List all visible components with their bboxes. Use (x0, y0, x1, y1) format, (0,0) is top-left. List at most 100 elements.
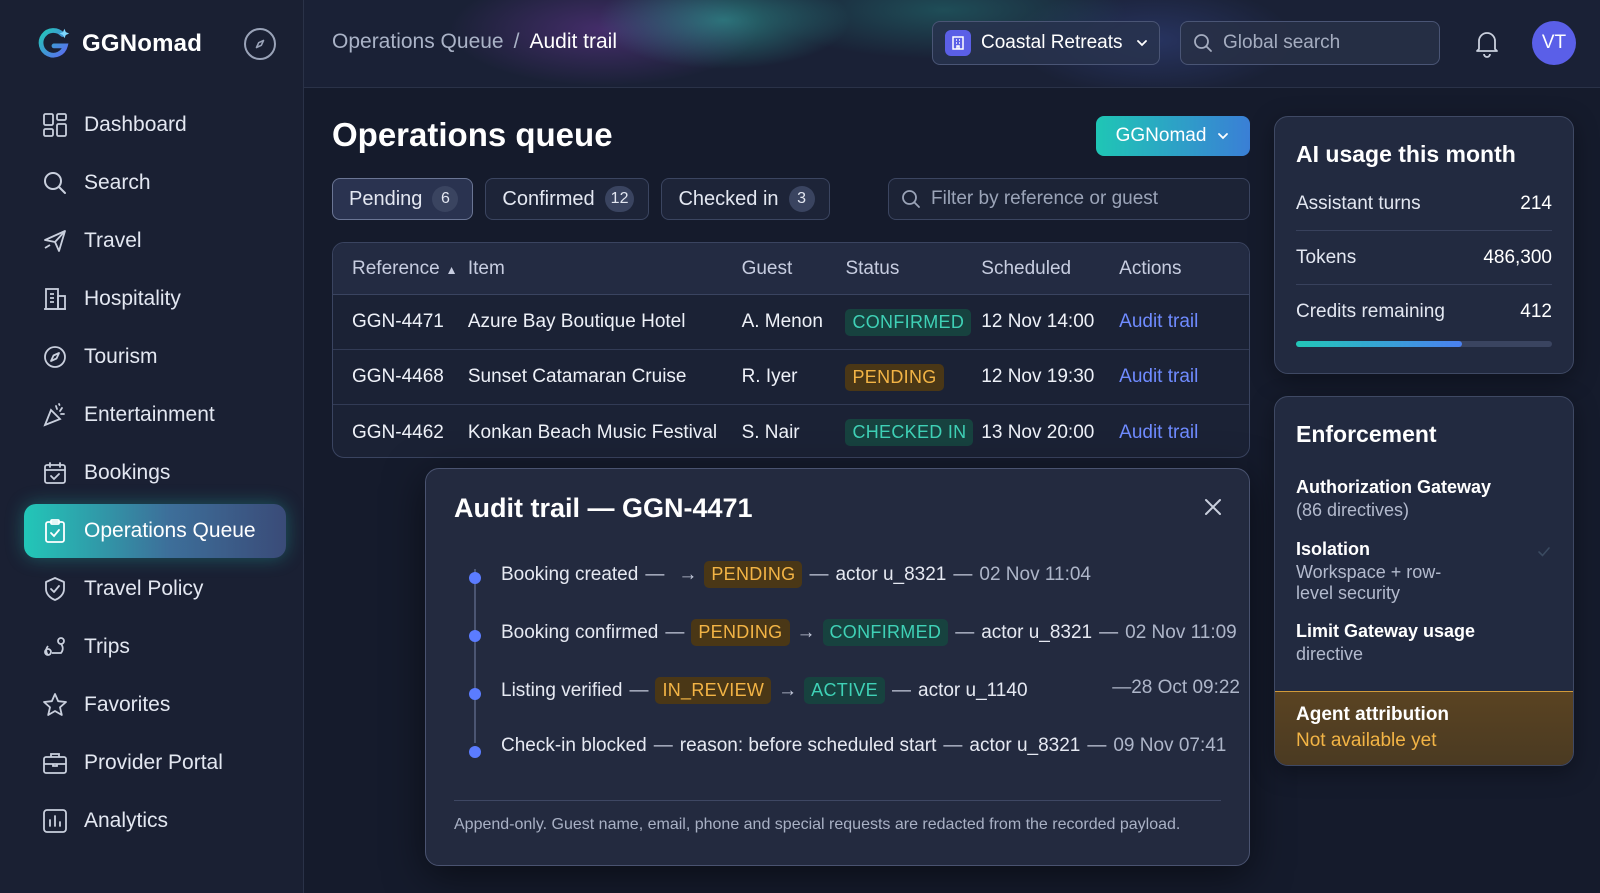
arrow-right-icon: → (796, 621, 816, 643)
sidebar-item-hospitality[interactable]: Hospitality (24, 272, 286, 326)
sidebar-item-label: Bookings (84, 461, 171, 484)
sidebar-item-label: Favorites (84, 693, 171, 716)
breadcrumb-separator: / (513, 30, 520, 53)
column-header-scheduled: Scheduled (981, 257, 1072, 279)
sidebar-item-travel-policy[interactable]: Travel Policy (24, 562, 286, 616)
global-search-input[interactable] (1223, 32, 1423, 54)
event-actor: actor u_8321 (835, 563, 947, 585)
agent-attribution-callout: Agent attribution Not available yet (1275, 691, 1573, 765)
status-badge: CONFIRMED (845, 308, 972, 336)
sidebar-item-label: Travel Policy (84, 577, 204, 600)
workspace-building-icon (945, 30, 971, 56)
dash-separator: — (629, 679, 649, 701)
tab-pending[interactable]: Pending 6 (332, 178, 474, 220)
sidebar-item-analytics[interactable]: Analytics (24, 794, 286, 848)
close-button[interactable] (1199, 493, 1227, 521)
cell-scheduled: 12 Nov 14:00 (981, 311, 1095, 332)
dashboard-icon (42, 112, 68, 138)
cell-actions: Audit trail (1119, 422, 1249, 444)
dash-separator: — (955, 621, 975, 643)
dash-separator: — (665, 621, 685, 643)
audit-trail-link[interactable]: Audit trail (1119, 422, 1198, 443)
table-header: Reference ▲ Item Guest Status Scheduled A… (333, 243, 1249, 295)
event-actor: actor u_1140 (918, 679, 1028, 701)
status-badge: PENDING (845, 363, 944, 391)
stat-value: 486,300 (1483, 246, 1552, 268)
sidebar-item-provider-portal[interactable]: Provider Portal (24, 736, 286, 790)
workspace-select[interactable]: Coastal Retreats (932, 21, 1160, 65)
sidebar-item-travel[interactable]: Travel (24, 214, 286, 268)
table-row[interactable]: GGN-4462 Konkan Beach Music Festival S. … (333, 405, 1249, 457)
cell-item: Sunset Catamaran Cruise (467, 366, 687, 387)
sidebar: GGNomad Dashboard Search Travel Hospital… (0, 0, 304, 893)
sidebar-item-tourism[interactable]: Tourism (24, 330, 286, 384)
clipboard-check-icon (42, 518, 68, 544)
breadcrumb: Operations Queue / Audit trail (332, 30, 617, 54)
event-actor: actor u_8321 (981, 621, 1093, 643)
table-row[interactable]: GGN-4471 Azure Bay Boutique Hotel A. Men… (333, 295, 1249, 350)
sidebar-item-operations-queue[interactable]: Operations Queue (24, 504, 286, 558)
sidebar-item-label: Tourism (84, 345, 158, 368)
cell-reference: GGN-4468 (352, 366, 444, 387)
table-row[interactable]: GGN-4468 Sunset Catamaran Cruise R. Iyer… (333, 350, 1249, 405)
cell-reference: GGN-4471 (352, 311, 444, 332)
tab-label: Pending (349, 187, 423, 210)
cell-status: PENDING (845, 363, 981, 391)
timeline-event: Booking confirmed — PENDING → CONFIRMED … (468, 613, 1237, 671)
cell-actions: Audit trail (1119, 366, 1249, 388)
check-icon (1538, 547, 1550, 557)
notifications-bell-icon[interactable] (1472, 28, 1502, 58)
timeline-event: Booking created — → PENDING — actor u_83… (468, 555, 1228, 613)
dash-separator: — (953, 563, 973, 585)
status-tabs: Pending 6 Confirmed 12 Checked in 3 (332, 178, 830, 220)
cell-item: Konkan Beach Music Festival (467, 421, 718, 443)
dash-separator: — (645, 563, 665, 585)
timeline-dot (469, 746, 481, 758)
audit-trail-link[interactable]: Audit trail (1119, 366, 1198, 387)
search-icon (1194, 34, 1212, 52)
user-avatar[interactable]: VT (1532, 21, 1576, 65)
stat-value: 214 (1520, 192, 1552, 214)
tab-checked-in[interactable]: Checked in 3 (661, 178, 830, 220)
column-header-status: Status (845, 257, 900, 279)
explore-compass-button[interactable] (244, 28, 276, 60)
tab-confirmed[interactable]: Confirmed 12 (485, 178, 650, 220)
filter-box[interactable] (888, 178, 1250, 220)
sidebar-item-entertainment[interactable]: Entertainment (24, 388, 286, 442)
breadcrumb-current: Audit trail (529, 30, 617, 53)
sidebar-item-label: Analytics (84, 809, 169, 832)
compass-icon (42, 344, 68, 370)
attribution-status: Not available yet (1296, 730, 1437, 751)
stat-label: Credits remaining (1296, 301, 1445, 322)
brand-name: GGNomad (82, 30, 203, 57)
attribution-name: Agent attribution (1296, 704, 1450, 725)
timeline-dot (469, 572, 481, 584)
dash-separator: — (653, 735, 673, 756)
sidebar-item-trips[interactable]: Trips (24, 620, 286, 674)
dash-separator: — (1112, 677, 1132, 698)
sidebar-item-search[interactable]: Search (24, 156, 286, 210)
top-header: Operations Queue / Audit trail Coastal R… (304, 0, 1600, 88)
cell-guest: R. Iyer (741, 366, 798, 387)
status-badge: CHECKED IN (845, 419, 974, 446)
stat-credits-remaining: Credits remaining 412 (1296, 285, 1552, 339)
filter-input[interactable] (931, 188, 1231, 210)
global-search[interactable] (1180, 21, 1440, 65)
app-root: GGNomad Dashboard Search Travel Hospital… (0, 0, 1600, 893)
sidebar-item-dashboard[interactable]: Dashboard (24, 98, 286, 152)
sidebar-item-bookings[interactable]: Bookings (24, 446, 286, 500)
modal-divider (454, 800, 1221, 801)
timeline-dot (469, 630, 481, 642)
panel-title: AI usage this month (1296, 141, 1516, 167)
breadcrumb-parent-link[interactable]: Operations Queue (332, 30, 504, 54)
sidebar-item-favorites[interactable]: Favorites (24, 678, 286, 732)
audit-trail-link[interactable]: Audit trail (1119, 311, 1198, 332)
column-header-reference[interactable]: Reference ▲ (333, 258, 468, 280)
dash-separator: — (809, 563, 829, 585)
event-label: Booking created (501, 563, 639, 585)
org-switcher-button[interactable]: GGNomad (1096, 116, 1250, 156)
operations-table: Reference ▲ Item Guest Status Scheduled A… (332, 242, 1250, 458)
cell-guest: A. Menon (741, 311, 823, 332)
cell-actions: Audit trail (1119, 311, 1249, 333)
enforcement-desc: directive (1296, 644, 1364, 664)
